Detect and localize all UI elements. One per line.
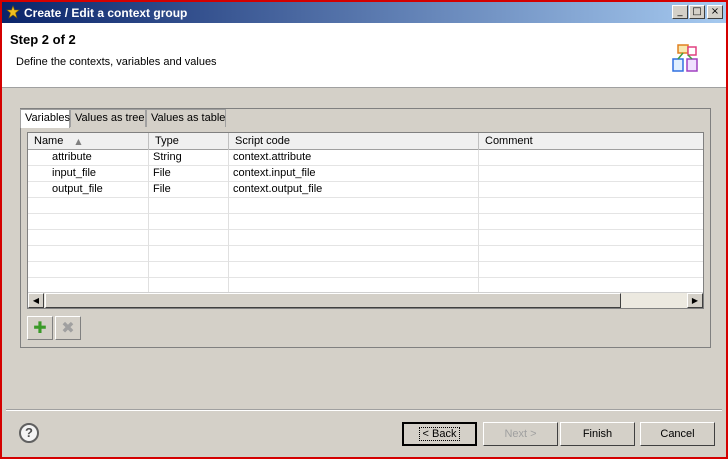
maximize-button[interactable]: □: [689, 5, 705, 19]
cell-type: File: [149, 166, 229, 182]
column-header-name[interactable]: Name ▲: [28, 133, 149, 150]
empty-row: [28, 214, 703, 230]
tab-values-as-table[interactable]: Values as table: [146, 109, 226, 127]
close-button[interactable]: ×: [707, 5, 723, 19]
remove-variable-button[interactable]: ✖: [55, 316, 81, 340]
footer-separator: [6, 409, 722, 411]
variables-table: Name ▲ Type Script code Comment attribute…: [27, 132, 704, 309]
next-button[interactable]: Next >: [483, 422, 558, 446]
app-icon: [6, 5, 20, 19]
cell-type: File: [149, 182, 229, 198]
column-header-script-code[interactable]: Script code: [229, 133, 479, 150]
table-header: Name ▲ Type Script code Comment: [28, 133, 703, 150]
column-header-label: Name: [34, 135, 64, 147]
cell-script-code: context.attribute: [229, 150, 479, 166]
window-title: Create / Edit a context group: [24, 6, 188, 20]
empty-row: [28, 262, 703, 278]
cell-type: String: [149, 150, 229, 166]
table-row[interactable]: attribute String context.attribute: [28, 150, 703, 166]
cell-comment: [479, 150, 703, 166]
add-icon: ✚: [33, 318, 47, 337]
cell-name: output_file: [28, 182, 149, 198]
cell-comment: [479, 166, 703, 182]
empty-row: [28, 230, 703, 246]
back-button[interactable]: < Back: [402, 422, 477, 446]
cell-name: attribute: [28, 150, 149, 166]
add-variable-button[interactable]: ✚: [27, 316, 53, 340]
context-group-icon: [672, 44, 698, 72]
empty-row: [28, 198, 703, 214]
dialog-window: Create / Edit a context group _ □ × Step…: [0, 0, 728, 459]
cell-name: input_file: [28, 166, 149, 182]
step-description: Define the contexts, variables and value…: [16, 56, 217, 68]
horizontal-scrollbar[interactable]: ◀ ▶: [28, 292, 703, 308]
tab-variables[interactable]: Variables: [20, 109, 70, 128]
scroll-right-icon[interactable]: ▶: [687, 293, 703, 308]
cell-comment: [479, 182, 703, 198]
cancel-button[interactable]: Cancel: [640, 422, 715, 446]
tab-values-as-tree[interactable]: Values as tree: [70, 109, 146, 127]
table-row[interactable]: output_file File context.output_file: [28, 182, 703, 198]
remove-icon: ✖: [61, 318, 75, 337]
wizard-header: Step 2 of 2 Define the contexts, variabl…: [2, 23, 726, 88]
empty-row: [28, 246, 703, 262]
column-header-comment[interactable]: Comment: [479, 133, 703, 150]
column-header-type[interactable]: Type: [149, 133, 229, 150]
cell-script-code: context.output_file: [229, 182, 479, 198]
minimize-button[interactable]: _: [672, 5, 688, 19]
scroll-left-icon[interactable]: ◀: [28, 293, 44, 308]
scrollbar-thumb[interactable]: [45, 293, 621, 308]
table-row[interactable]: input_file File context.input_file: [28, 166, 703, 182]
cell-script-code: context.input_file: [229, 166, 479, 182]
finish-button[interactable]: Finish: [560, 422, 635, 446]
step-title: Step 2 of 2: [10, 32, 76, 47]
title-bar[interactable]: Create / Edit a context group _ □ ×: [2, 2, 726, 23]
help-icon[interactable]: ?: [19, 423, 39, 443]
sort-ascending-icon: ▲: [75, 137, 82, 146]
back-button-label: < Back: [418, 427, 461, 441]
